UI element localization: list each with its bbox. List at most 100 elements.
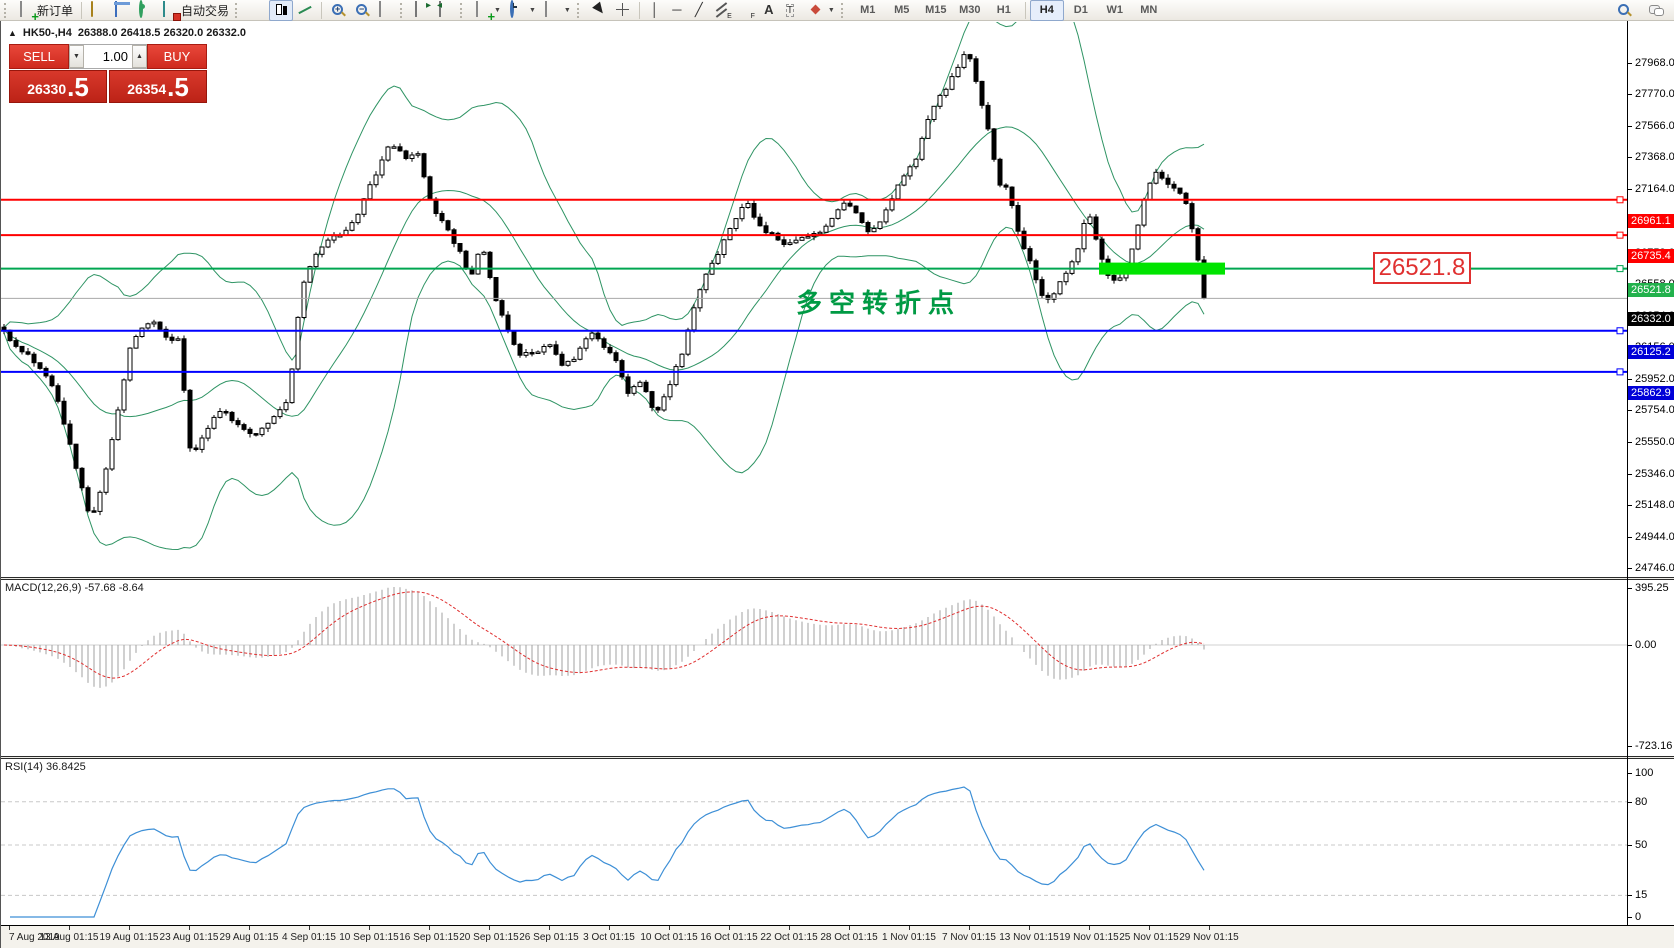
cursor-icon <box>591 2 607 18</box>
sell-button[interactable]: SELL <box>9 44 69 69</box>
symbol-ohlc: 26388.0 26418.5 26320.0 26332.0 <box>77 27 247 39</box>
templates-button[interactable]: ▼ <box>540 0 575 21</box>
price-tick: 27566.0 <box>1628 119 1674 132</box>
timeframe-m15-button[interactable]: M15 <box>919 0 953 21</box>
text-button[interactable]: A <box>758 0 780 21</box>
zoom-in-button[interactable]: + <box>326 0 350 21</box>
crosshair-button[interactable] <box>611 0 635 21</box>
main-chart-panel[interactable]: ▲ HK50-,H4 26388.0 26418.5 26320.0 26332… <box>1 22 1674 577</box>
auto-scroll-button[interactable] <box>410 0 434 21</box>
time-label: 29 Aug 01:15 <box>219 932 279 943</box>
toolbar-separator <box>1024 1 1026 19</box>
timeframe-m5-button[interactable]: M5 <box>885 0 919 21</box>
timeframe-m30-button[interactable]: M30 <box>953 0 987 21</box>
auto-scroll-icon <box>415 1 418 17</box>
one-click-trading-widget: SELL ▼ ▲ BUY 26330 .5 26354 .5 <box>9 44 207 103</box>
level-handle[interactable] <box>1616 368 1624 376</box>
buy-button[interactable]: BUY <box>147 44 207 69</box>
chart-annotation-text[interactable]: 多空转折点 <box>796 283 961 320</box>
price-tick: 24944.0 <box>1628 530 1674 543</box>
timeframe-mn-button[interactable]: MN <box>1132 0 1166 21</box>
time-tick <box>789 926 790 930</box>
bar-chart-button[interactable] <box>245 0 269 21</box>
level-handle[interactable] <box>1616 196 1624 204</box>
time-tick <box>849 926 850 930</box>
cursor-button[interactable] <box>587 0 611 21</box>
time-label: 4 Sep 01:15 <box>282 932 336 943</box>
zoom-out-icon: − <box>354 2 370 18</box>
rsi-line <box>10 786 1205 918</box>
chevron-down-icon: ▼ <box>528 6 536 14</box>
sell-price-frac: .5 <box>67 72 89 102</box>
timeframe-h1-button[interactable]: H1 <box>987 0 1021 21</box>
symbol-line: ▲ HK50-,H4 26388.0 26418.5 26320.0 26332… <box>8 27 246 39</box>
chat-button[interactable] <box>1644 0 1668 21</box>
highlight-green-bar[interactable] <box>1099 262 1225 275</box>
toolbar: 新订单 自动交易 + − ▼ ▼ ▼ │ ─ ╱ E F A T <box>0 0 1674 21</box>
timeframe-d1-button[interactable]: D1 <box>1064 0 1098 21</box>
zoom-out-button[interactable]: − <box>350 0 374 21</box>
price-axis[interactable]: 27968.027770.027566.027368.027164.026962… <box>1627 21 1674 926</box>
macd-panel[interactable]: MACD(12,26,9) -57.68 -8.64 <box>1 580 1674 756</box>
trendline-button[interactable]: ╱ <box>688 0 710 21</box>
volume-input[interactable] <box>84 45 132 68</box>
search-button[interactable] <box>1612 0 1636 21</box>
macd-histogram <box>9 587 1205 688</box>
zoom-in-icon: + <box>330 2 346 18</box>
indicators-button[interactable]: ▼ <box>470 0 505 21</box>
chat-icon <box>1648 2 1664 18</box>
signals-icon <box>139 0 144 18</box>
sell-price-button[interactable]: 26330 .5 <box>9 70 107 103</box>
volume-down-button[interactable]: ▼ <box>69 45 84 68</box>
equidistant-channel-icon: E <box>714 2 732 20</box>
price-callout-box[interactable]: 26521.8 <box>1373 252 1471 284</box>
channel-button[interactable]: E <box>710 0 734 21</box>
timeframe-m1-button[interactable]: M1 <box>851 0 885 21</box>
rsi-panel[interactable]: RSI(14) 36.8425 <box>1 759 1674 926</box>
buy-price-button[interactable]: 26354 .5 <box>109 70 207 103</box>
volume-up-button[interactable]: ▲ <box>132 45 147 68</box>
text-label-button[interactable]: T <box>780 0 804 21</box>
line-chart-button[interactable] <box>293 0 317 21</box>
candlestick-chart-icon <box>273 2 289 18</box>
text-icon: A <box>764 2 774 17</box>
macd-label: MACD(12,26,9) -57.68 -8.64 <box>5 582 144 594</box>
timeframe-h4-button[interactable]: H4 <box>1029 0 1064 21</box>
level-handle[interactable] <box>1616 231 1624 239</box>
market-watch-button[interactable] <box>86 0 110 21</box>
toolbar-grip <box>576 2 583 18</box>
text-label-icon: T <box>785 4 794 17</box>
level-price-label: 26332.0 <box>1628 312 1674 327</box>
fibonacci-button[interactable]: F <box>734 0 758 21</box>
new-order-button[interactable]: 新订单 <box>14 0 77 21</box>
level-handle[interactable] <box>1616 265 1624 273</box>
timeframe-w1-button[interactable]: W1 <box>1098 0 1132 21</box>
signals-button[interactable] <box>134 0 158 21</box>
rsi-axis-tick: 100 <box>1627 767 1654 779</box>
time-axis[interactable]: 7 Aug 2019 13 Aug 01:15 19 Aug 01:15 23 Aug… <box>1 926 1674 948</box>
chart-shift-button[interactable] <box>434 0 458 21</box>
tile-windows-button[interactable] <box>374 0 398 21</box>
time-tick <box>309 926 310 930</box>
level-handle[interactable] <box>1616 327 1624 335</box>
time-label: 16 Sep 01:15 <box>399 932 459 943</box>
periods-button[interactable]: ▼ <box>505 0 540 21</box>
horizontal-line-button[interactable]: ─ <box>666 0 688 21</box>
candlestick-chart-button[interactable] <box>269 0 294 21</box>
price-tick: 25952.0 <box>1628 372 1674 385</box>
toolbar-separator <box>81 1 83 19</box>
rsi-label: RSI(14) 36.8425 <box>5 761 86 773</box>
autotrading-button[interactable]: 自动交易 <box>158 0 233 21</box>
new-order-icon <box>20 1 22 17</box>
vertical-line-button[interactable]: │ <box>644 0 666 21</box>
time-tick <box>909 926 910 930</box>
mt4-window: 新订单 自动交易 + − ▼ ▼ ▼ │ ─ ╱ E F A T <box>0 0 1674 948</box>
time-label: 20 Sep 01:15 <box>459 932 519 943</box>
market-watch-icon <box>91 1 94 17</box>
arrows-button[interactable]: ▼ <box>804 0 839 21</box>
price-tick: 27968.0 <box>1628 57 1674 69</box>
time-label: 19 Aug 01:15 <box>99 932 159 943</box>
time-label: 13 Aug 01:15 <box>39 932 99 943</box>
data-window-button[interactable] <box>110 0 134 21</box>
time-tick <box>1209 926 1210 930</box>
